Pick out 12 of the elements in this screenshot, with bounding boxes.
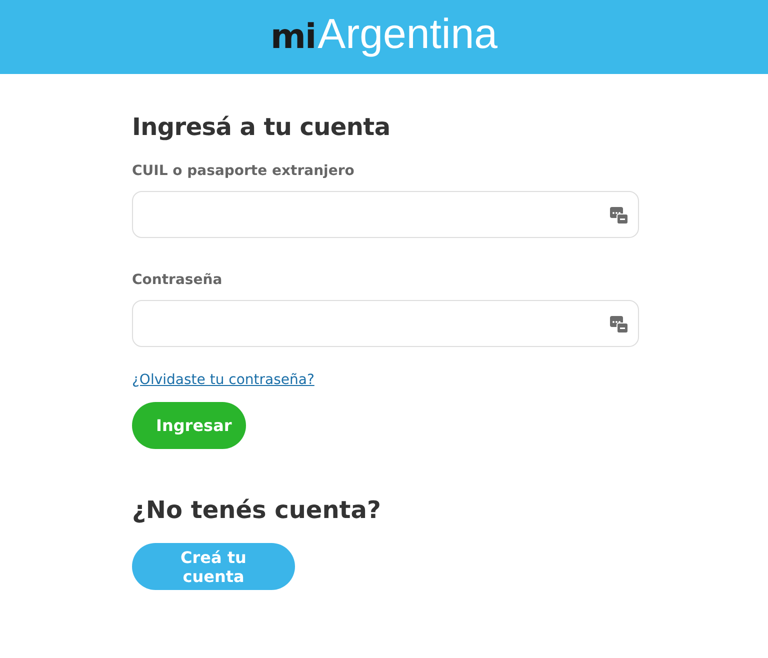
input-field[interactable] — [132, 191, 639, 238]
field-label: Contraseña — [132, 271, 222, 289]
create-account-button[interactable]: Creá tu cuenta — [132, 543, 295, 590]
form-title: Ingresá a tu cuenta — [132, 112, 390, 142]
dots-badge-icon[interactable] — [610, 206, 628, 224]
dots-badge-icon[interactable] — [610, 314, 628, 332]
login-button[interactable]: Ingresar — [132, 402, 246, 449]
field-label: CUIL o pasaporte extranjero — [132, 162, 354, 180]
forgot-password-link[interactable]: ¿Olvidaste tu contraseña? — [132, 370, 314, 390]
input-field[interactable] — [132, 300, 639, 347]
signup-title: ¿No tenés cuenta? — [132, 495, 381, 525]
logo: miArgentina — [270, 12, 498, 59]
